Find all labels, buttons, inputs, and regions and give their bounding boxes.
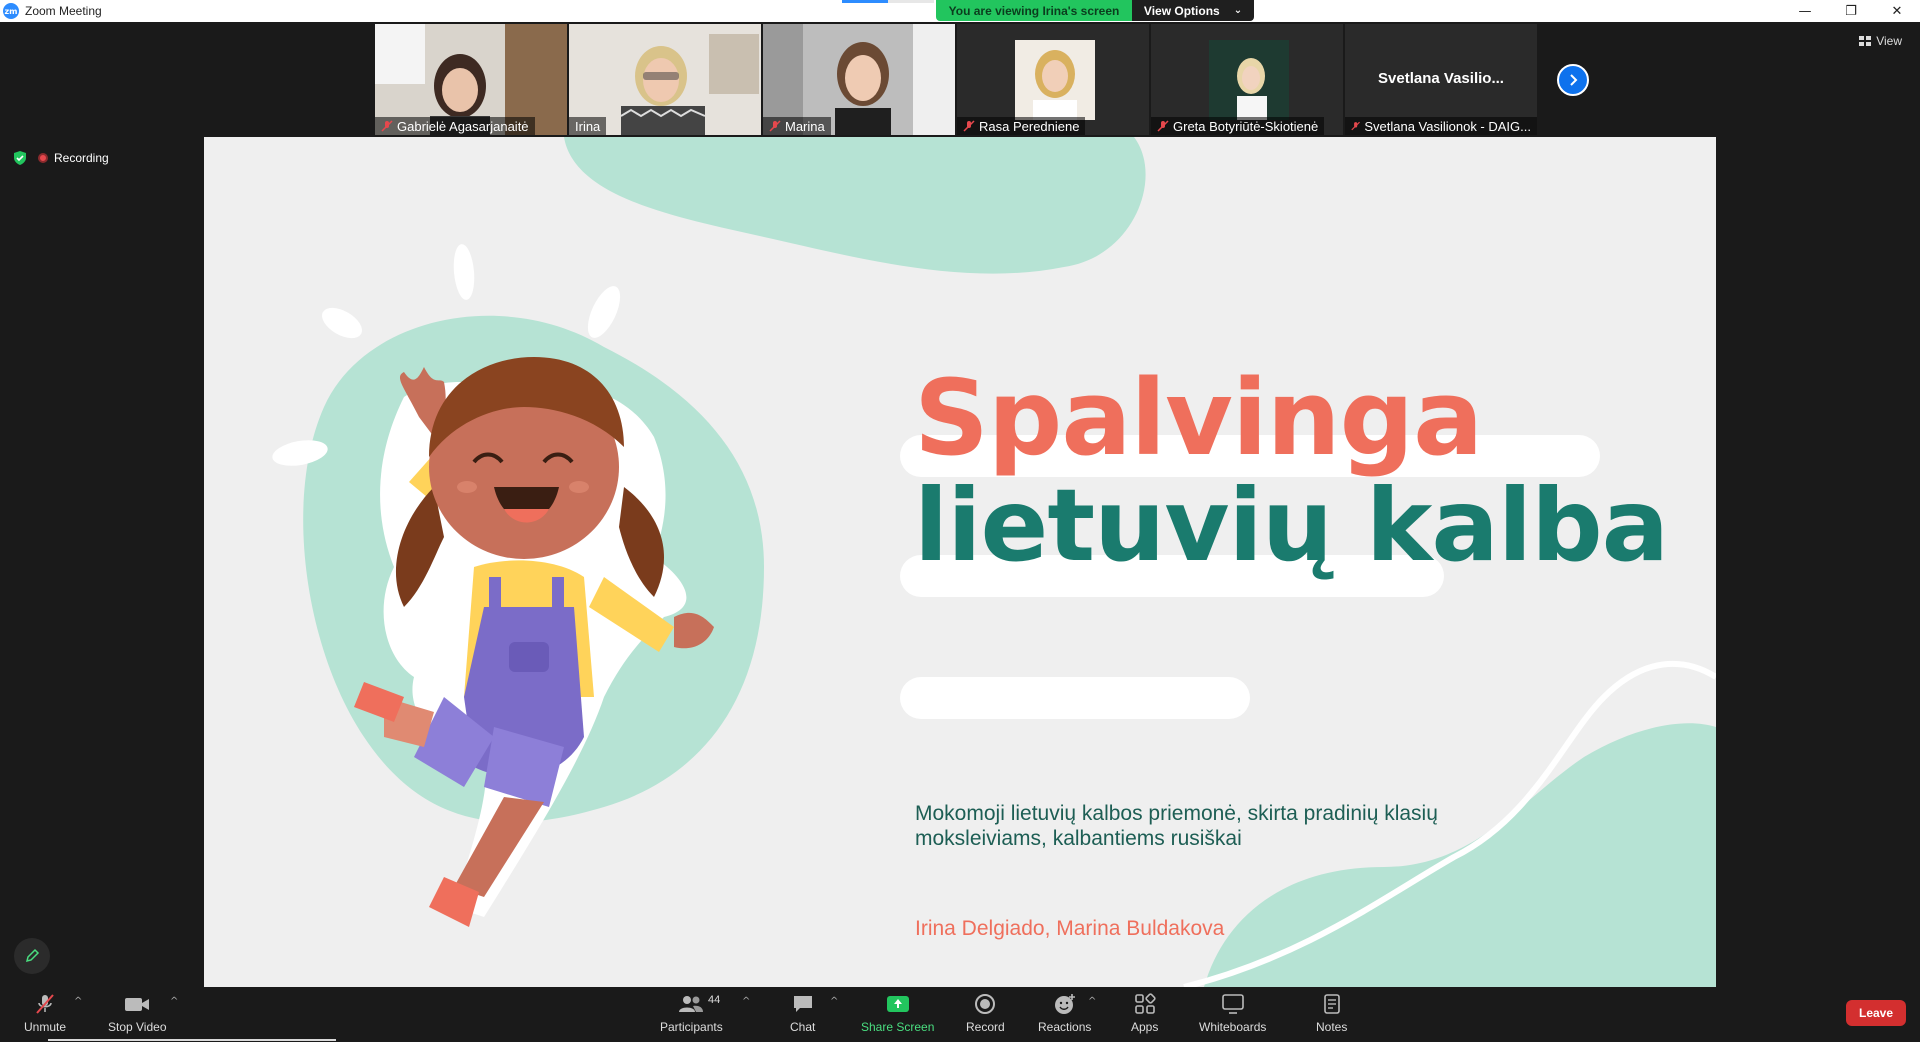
reactions-label: Reactions: [1038, 1020, 1092, 1034]
minimize-button[interactable]: —: [1782, 0, 1828, 22]
chat-icon: [793, 996, 812, 1012]
mic-muted-icon: [381, 120, 393, 132]
meeting-toolbar: Unmute ^ Stop Video ^ Participants 44 ^ …: [0, 990, 1920, 1042]
audio-options-caret[interactable]: ^: [74, 996, 82, 1007]
close-window-button[interactable]: ✕: [1874, 0, 1920, 22]
record-label: Record: [966, 1020, 1005, 1034]
stop-video-button[interactable]: Stop Video: [108, 992, 167, 1034]
recording-dot-icon: [38, 153, 48, 163]
next-participants-button[interactable]: [1557, 64, 1589, 96]
share-screen-icon: [886, 996, 909, 1012]
window-title: Zoom Meeting: [25, 4, 102, 18]
grid-icon: [1859, 36, 1872, 46]
loading-indicator-track: [888, 0, 934, 3]
participant-name: Marina: [785, 118, 825, 134]
loading-indicator: [842, 0, 888, 3]
mic-muted-icon: [963, 120, 975, 132]
view-options-button[interactable]: View Options ⌄: [1132, 0, 1254, 21]
stop-video-label: Stop Video: [108, 1020, 167, 1034]
participant-strip: Gabrielė Agasarjanaitė Irina Marina Rasa…: [375, 24, 1537, 135]
reactions-button[interactable]: Reactions: [1038, 992, 1091, 1034]
unmute-label: Unmute: [24, 1020, 67, 1034]
participant-tile[interactable]: Gabrielė Agasarjanaitė: [375, 24, 567, 135]
annotate-button[interactable]: [14, 938, 50, 974]
participant-display-name: Svetlana Vasilio...: [1378, 70, 1504, 87]
chat-label: Chat: [790, 1020, 816, 1034]
apps-icon: [1134, 993, 1156, 1014]
participants-options-caret[interactable]: ^: [742, 996, 750, 1007]
participant-tile[interactable]: Marina: [763, 24, 955, 135]
participant-name: Svetlana Vasilionok - DAIG...: [1364, 118, 1531, 134]
notes-label: Notes: [1316, 1020, 1348, 1034]
whiteboard-icon: [1221, 994, 1244, 1014]
participant-tile[interactable]: Svetlana Vasilio... Svetlana Vasilionok …: [1345, 24, 1537, 135]
apps-label: Apps: [1131, 1020, 1159, 1034]
mic-muted-icon: [769, 120, 781, 132]
view-options-label: View Options: [1143, 3, 1220, 18]
shared-screen: Spalvinga lietuvių kalba Mokomoji lietuv…: [204, 137, 1716, 987]
participants-label: Participants: [660, 1020, 723, 1034]
recording-indicator[interactable]: Recording: [38, 151, 109, 165]
mic-muted-icon: [36, 994, 54, 1014]
participant-tile[interactable]: Rasa Peredniene: [957, 24, 1149, 135]
view-layout-label: View: [1876, 34, 1902, 48]
shield-icon[interactable]: [12, 150, 28, 166]
participants-count: 44: [708, 994, 721, 1006]
participant-name: Greta Botyriūtė-Skiotienė: [1173, 118, 1319, 134]
notes-icon: [1323, 994, 1340, 1014]
viewing-screen-banner: You are viewing Irina's screen: [936, 0, 1132, 21]
record-button[interactable]: Record: [966, 992, 1005, 1034]
apps-button[interactable]: Apps: [1131, 992, 1158, 1034]
taskbar-indicator: [48, 1039, 336, 1041]
participant-name-bar: Rasa Peredniene: [957, 117, 1086, 135]
share-screen-label: Share Screen: [861, 1020, 935, 1034]
meeting-status: Recording: [12, 150, 109, 166]
participant-name-bar: Gabrielė Agasarjanaitė: [375, 117, 535, 135]
participant-tile-active-speaker[interactable]: Irina: [569, 24, 761, 135]
reactions-options-caret[interactable]: ^: [1088, 996, 1096, 1007]
record-icon: [975, 994, 996, 1014]
participants-icon: [679, 996, 704, 1012]
participant-name: Gabrielė Agasarjanaitė: [397, 118, 529, 134]
share-screen-button[interactable]: Share Screen: [861, 992, 934, 1034]
whiteboards-button[interactable]: Whiteboards: [1199, 992, 1266, 1034]
reactions-icon: [1054, 994, 1075, 1014]
minimize-icon: —: [1798, 3, 1812, 19]
participant-name-bar: Marina: [763, 117, 831, 135]
chat-button[interactable]: Chat: [790, 992, 815, 1034]
chat-options-caret[interactable]: ^: [830, 996, 838, 1007]
video-options-caret[interactable]: ^: [170, 996, 178, 1007]
leave-button[interactable]: Leave: [1846, 1000, 1906, 1026]
chevron-right-icon: [1570, 74, 1578, 86]
slide-title-line2: lietuvių kalba: [914, 467, 1669, 584]
pen-icon: [25, 948, 40, 963]
recording-label: Recording: [54, 151, 109, 165]
mic-muted-icon: [1157, 120, 1169, 132]
restore-button[interactable]: ❐: [1828, 0, 1874, 22]
participant-avatar: [1209, 40, 1289, 120]
slide-title-line1: Spalvinga: [914, 357, 1483, 479]
unmute-button[interactable]: Unmute: [24, 992, 66, 1034]
restore-icon: ❐: [1845, 3, 1857, 19]
zoom-logo-icon: zm: [3, 3, 19, 19]
slide-subtitle: Mokomoji lietuvių kalbos priemonė, skirt…: [915, 802, 1438, 850]
participant-name-bar: Irina: [569, 117, 607, 135]
participant-tile[interactable]: Greta Botyriūtė-Skiotienė: [1151, 24, 1343, 135]
participant-name-bar: Greta Botyriūtė-Skiotienė: [1151, 117, 1325, 135]
slide-authors: Irina Delgiado, Marina Buldakova: [915, 917, 1225, 940]
window-controls: — ❐ ✕: [1782, 0, 1920, 22]
close-icon: ✕: [1891, 3, 1903, 19]
whiteboards-label: Whiteboards: [1199, 1020, 1267, 1034]
video-camera-icon: [125, 998, 150, 1011]
participant-name-bar: Svetlana Vasilionok - DAIG...: [1345, 117, 1537, 135]
participant-name: Irina: [575, 118, 601, 134]
view-layout-button[interactable]: View: [1859, 34, 1902, 48]
participant-name: Rasa Peredniene: [979, 118, 1080, 134]
chevron-down-icon: ⌄: [1233, 5, 1243, 16]
participant-avatar: [1015, 40, 1095, 120]
mic-muted-icon: [1351, 121, 1360, 131]
title-bar: zm Zoom Meeting You are viewing Irina's …: [0, 0, 1920, 22]
notes-button[interactable]: Notes: [1316, 992, 1347, 1034]
